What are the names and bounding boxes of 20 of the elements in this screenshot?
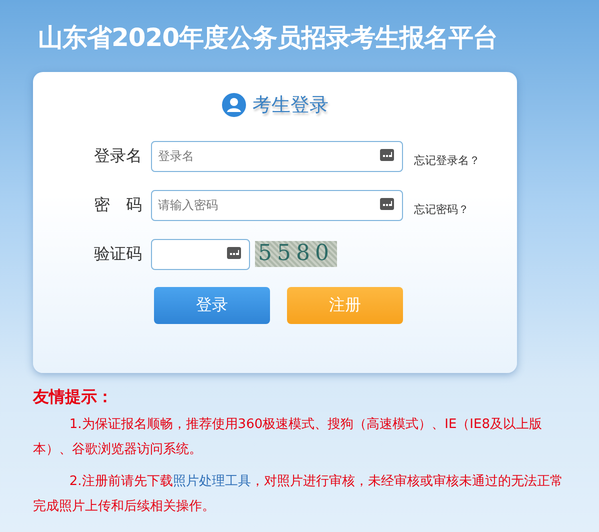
- download-link[interactable]: 照片处理工具: [172, 474, 251, 489]
- field-label: 验证码: [94, 244, 143, 264]
- captcha-field[interactable]: [151, 238, 250, 270]
- keyboard-icon[interactable]: [380, 148, 394, 160]
- login-heading: 考生登录: [252, 93, 328, 118]
- keyboard-icon[interactable]: [380, 198, 394, 210]
- captcha-image[interactable]: 5580: [255, 241, 337, 267]
- keyboard-icon[interactable]: [227, 246, 241, 258]
- input-field[interactable]: 请输入密码: [151, 190, 403, 220]
- forgot-link[interactable]: 忘记密码？: [414, 202, 469, 216]
- field-label: 密 码: [94, 194, 143, 216]
- page-title: 山东省2020年度公务员招录考生报名平台: [37, 22, 499, 54]
- login-button[interactable]: 登录: [154, 287, 270, 324]
- forgot-link[interactable]: 忘记登录名？: [414, 152, 480, 168]
- tips-title: 友情提示：: [33, 387, 114, 408]
- field-label: 登录名: [94, 146, 143, 166]
- tip-paragraph: 2.注册前请先下载照片处理工具，对照片进行审核，未经审核或审核未通过的无法正常完成照片上传和后续相关操作。: [33, 473, 564, 516]
- user-icon: [222, 93, 246, 117]
- input-field[interactable]: 登录名: [151, 140, 403, 172]
- tip-paragraph: 1.为保证报名顺畅，推荐使用360极速模式、搜狗（高速模式）、IE（IE8及以上版本）、谷歌浏览器访问系统。: [33, 416, 543, 459]
